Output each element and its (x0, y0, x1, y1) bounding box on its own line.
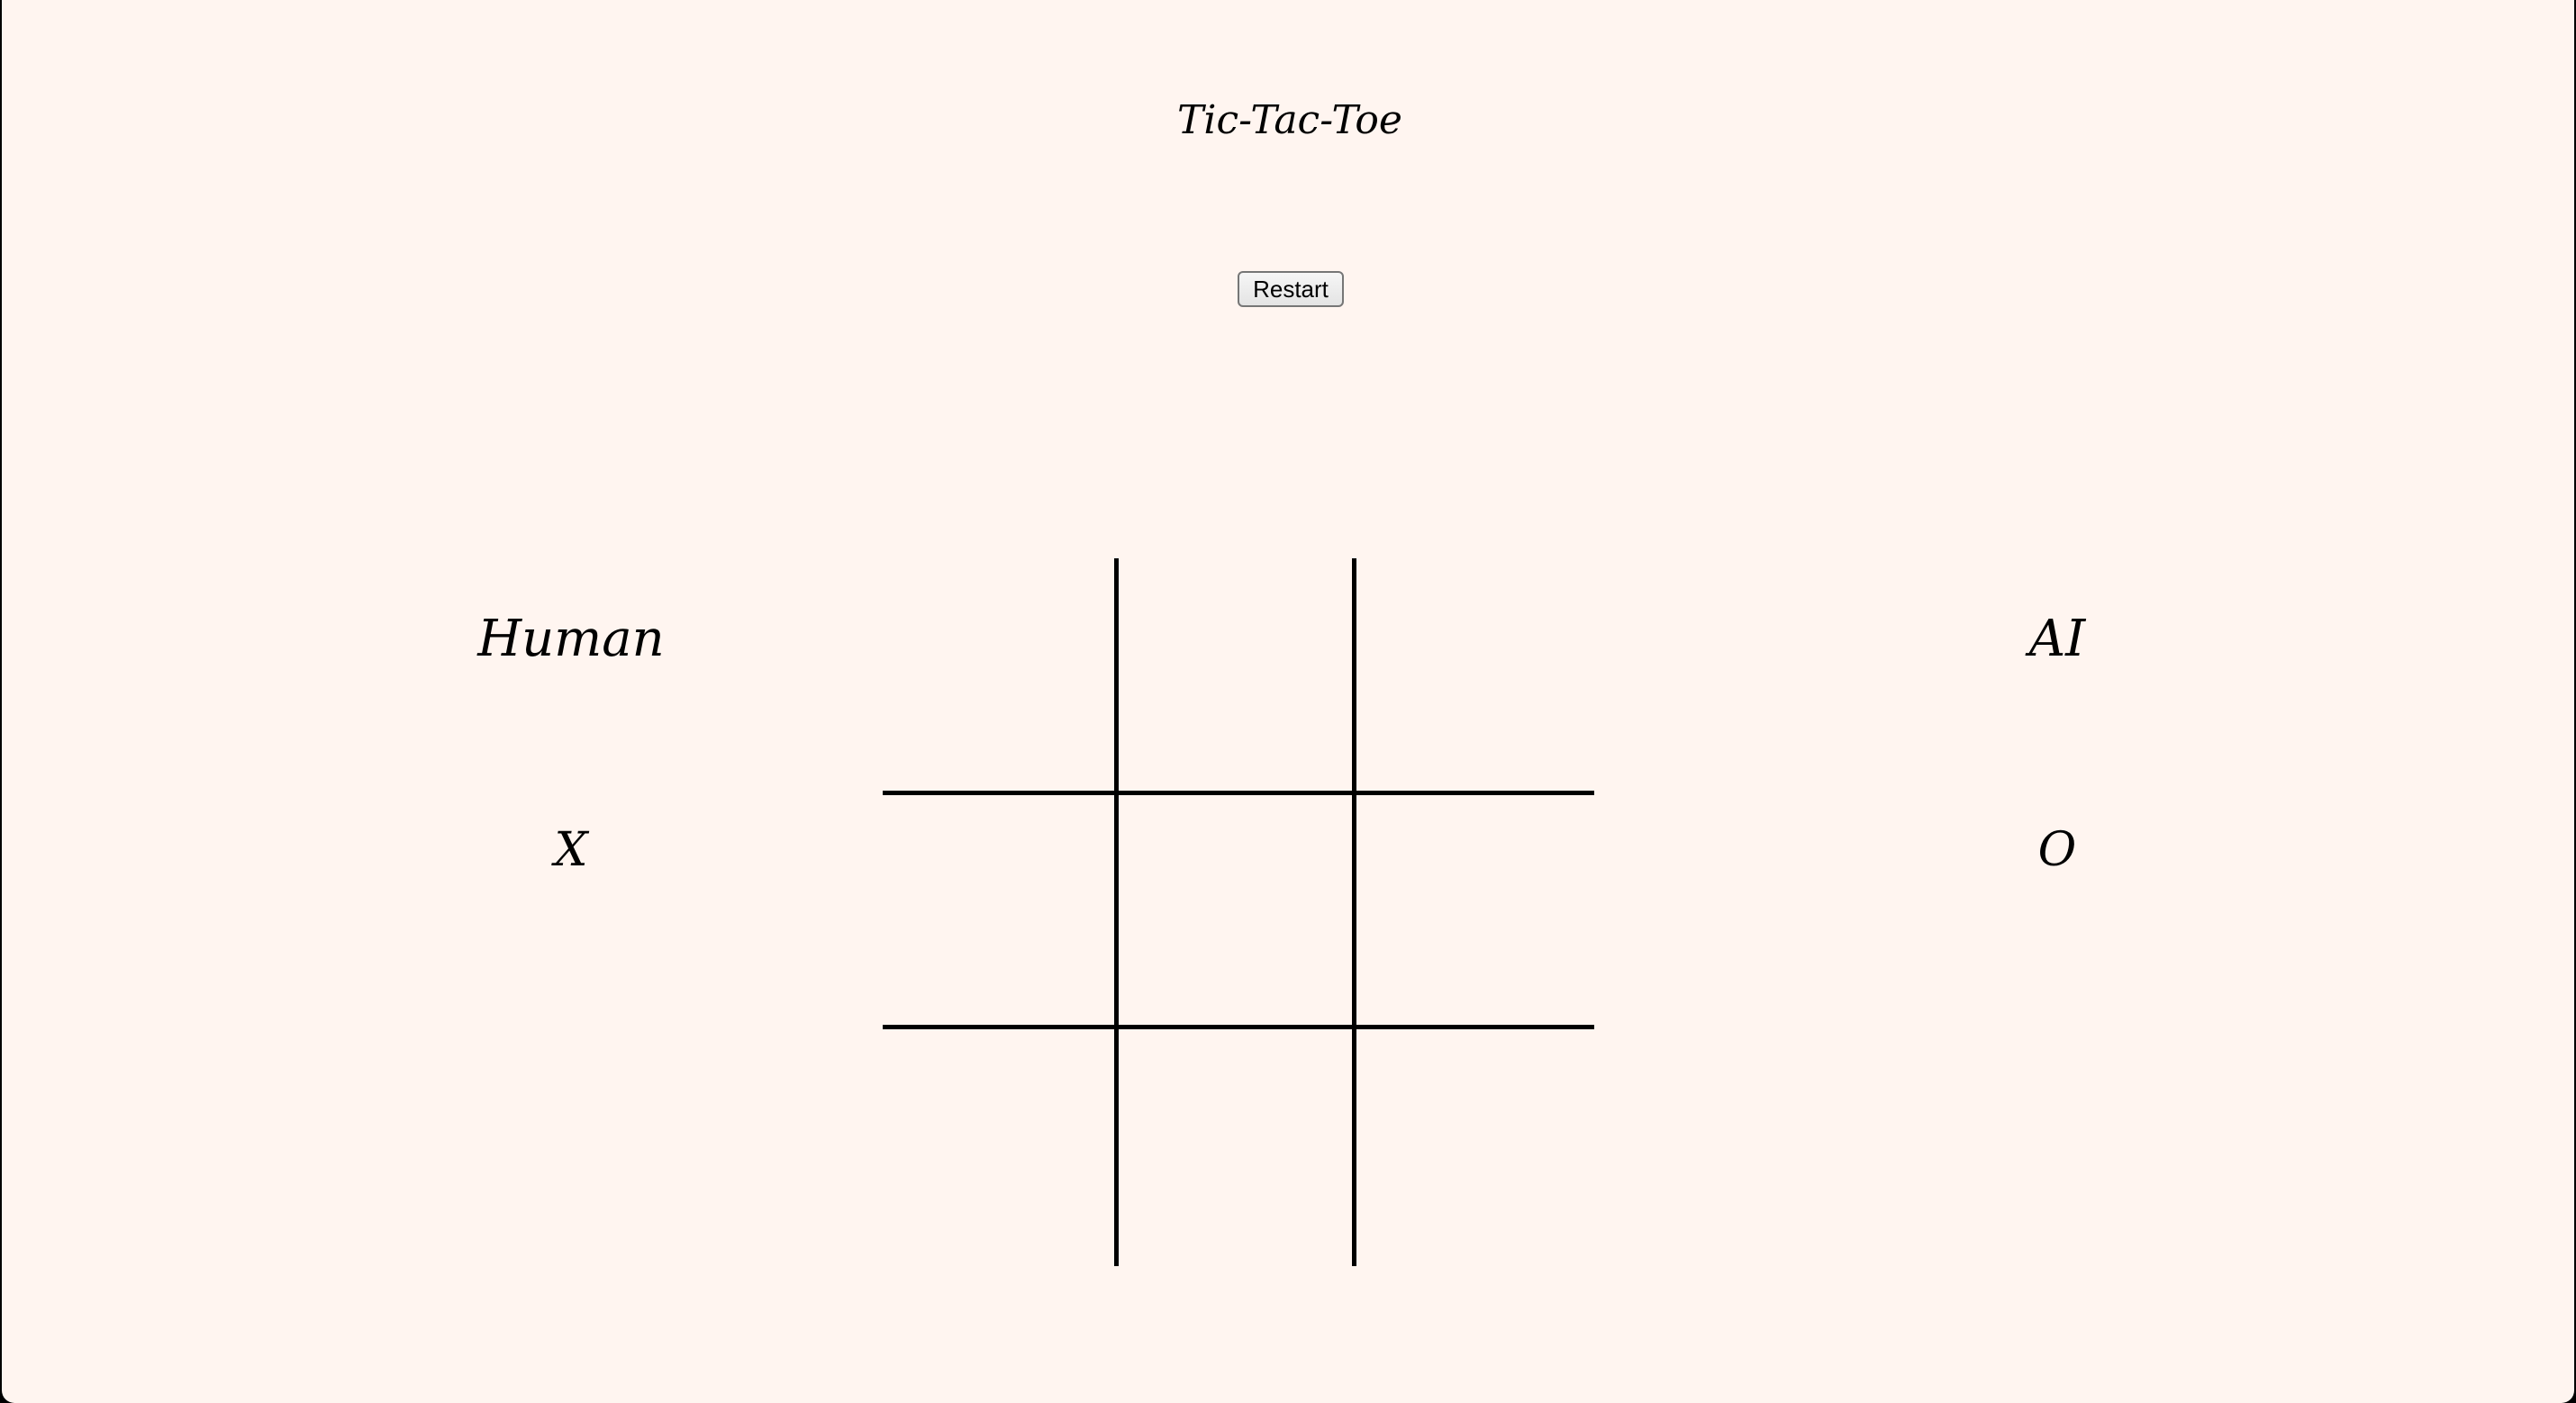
ai-player-label: AI (2028, 610, 2086, 668)
board-cell-3[interactable] (1361, 558, 1594, 789)
board-cell-5[interactable] (1120, 796, 1354, 1027)
grid-line-horizontal-2 (883, 1025, 1594, 1029)
grid-line-vertical-1 (1114, 558, 1119, 1266)
grid-line-horizontal-1 (883, 791, 1594, 795)
board-cell-8[interactable] (1120, 1031, 1354, 1262)
board-cell-2[interactable] (1120, 558, 1354, 789)
restart-button[interactable]: Restart (1238, 271, 1344, 307)
grid-line-vertical-2 (1352, 558, 1356, 1266)
game-board (883, 558, 1594, 1266)
board-cell-6[interactable] (1361, 796, 1594, 1027)
board-cell-7[interactable] (883, 1031, 1116, 1262)
board-cell-1[interactable] (883, 558, 1116, 789)
ai-player-mark: O (2037, 823, 2077, 877)
board-cell-9[interactable] (1361, 1031, 1594, 1262)
game-page: Tic-Tac-Toe Restart Human X AI O (2, 0, 2574, 1403)
board-cell-4[interactable] (883, 796, 1116, 1027)
human-player-label: Human (477, 610, 665, 668)
human-player-mark: X (554, 823, 588, 877)
game-title: Tic-Tac-Toe (1177, 97, 1402, 143)
